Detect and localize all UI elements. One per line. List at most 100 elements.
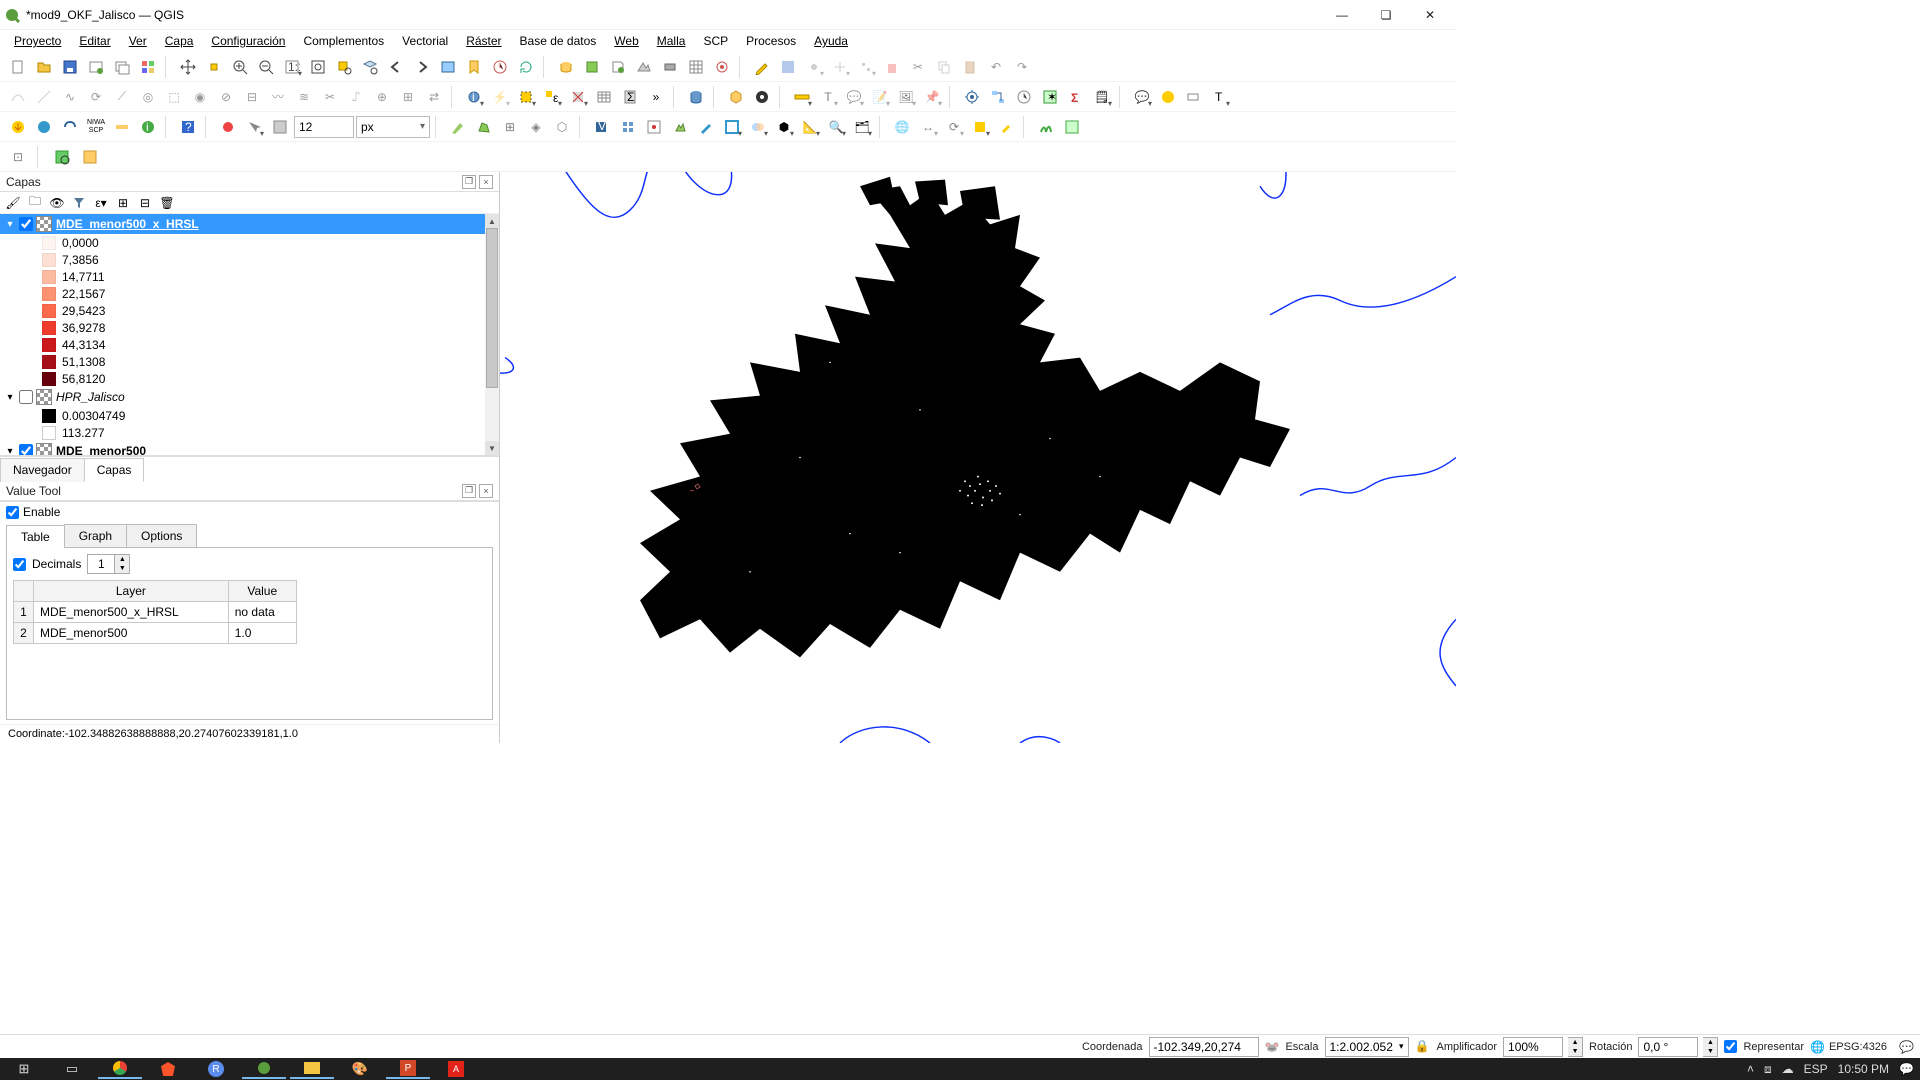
notifications-icon[interactable]: 💬 — [1899, 1062, 1914, 1076]
remove-layer-icon[interactable]: 🗑 — [158, 194, 176, 212]
start-button[interactable]: ⊞ — [2, 1059, 46, 1079]
deselect-button[interactable] — [566, 85, 590, 109]
coord-input[interactable]: -102.349,20,274 — [1149, 1037, 1259, 1057]
crs-button[interactable]: 🌐 — [890, 115, 914, 139]
rotate-button[interactable]: ⟳ — [84, 85, 108, 109]
pan-button[interactable] — [176, 55, 200, 79]
annotation-form-button[interactable]: 💬 — [842, 85, 866, 109]
new-virtual-button[interactable] — [632, 55, 656, 79]
undo-button[interactable]: ↶ — [984, 55, 1008, 79]
zonal-button[interactable] — [1060, 115, 1084, 139]
redo-button[interactable]: ↷ — [1010, 55, 1034, 79]
split-parts-button[interactable]: ⑀ — [344, 85, 368, 109]
menu-vectorial[interactable]: Vectorial — [394, 32, 456, 50]
lock-icon[interactable]: 🔒 — [1415, 1039, 1431, 1055]
field-calc-button[interactable]: Σ — [618, 85, 642, 109]
menu-ver[interactable]: Ver — [121, 32, 155, 50]
add-part-button[interactable]: ⬚ — [162, 85, 186, 109]
menu-editar[interactable]: Editar — [71, 32, 118, 50]
paste-button[interactable] — [958, 55, 982, 79]
add-feature-button[interactable] — [802, 55, 826, 79]
minimize-button[interactable]: — — [1320, 1, 1364, 29]
topology-button[interactable] — [724, 85, 748, 109]
show-map-tips-button[interactable]: 🗒 — [1090, 85, 1114, 109]
vector-tools-button[interactable] — [720, 115, 744, 139]
new-map-view-button[interactable] — [436, 55, 460, 79]
new-print-layout-button[interactable] — [84, 55, 108, 79]
data-tools-button[interactable]: 🗂 — [850, 115, 874, 139]
vertex-tool-button[interactable] — [854, 55, 878, 79]
geometry-tools-button[interactable]: ⬢ — [772, 115, 796, 139]
merge-button[interactable]: ⊕ — [370, 85, 394, 109]
layer-style-icon[interactable]: 🖌 — [4, 194, 22, 212]
expression-filter-icon[interactable]: ε▾ — [92, 194, 110, 212]
scp-tools-button[interactable] — [58, 115, 82, 139]
qgis-button[interactable] — [242, 1059, 286, 1079]
collapse-icon[interactable]: ▾ — [4, 446, 16, 457]
new-bookmark-button[interactable] — [462, 55, 486, 79]
new-project-button[interactable] — [6, 55, 30, 79]
undock-icon[interactable]: ❐ — [462, 175, 476, 189]
merge-attrs-button[interactable]: ⊞ — [396, 85, 420, 109]
powerpoint-button[interactable]: P — [386, 1059, 430, 1079]
zoom-native-button[interactable]: 1:1 — [280, 55, 304, 79]
delete-selected-button[interactable] — [880, 55, 904, 79]
delete-ring-button[interactable]: ⊘ — [214, 85, 238, 109]
edit-paint-button[interactable] — [694, 115, 718, 139]
digitize-button[interactable] — [446, 115, 470, 139]
label-change-button[interactable] — [994, 115, 1018, 139]
layer-visibility-checkbox[interactable] — [19, 444, 33, 456]
layer-visibility-checkbox[interactable] — [19, 390, 33, 404]
cad-button[interactable]: ⊞ — [498, 115, 522, 139]
history-button[interactable] — [1012, 85, 1036, 109]
zoom-layer-button[interactable] — [358, 55, 382, 79]
map-canvas[interactable] — [500, 172, 1456, 743]
enable-snapping-button[interactable]: ⊡ — [6, 145, 30, 169]
annotation-html-button[interactable]: 📝 — [868, 85, 892, 109]
statistical-summary-button[interactable]: Σ — [1064, 85, 1088, 109]
select-button[interactable] — [514, 85, 538, 109]
copy-button[interactable] — [932, 55, 956, 79]
paint-button[interactable]: 🎨 — [338, 1059, 382, 1079]
raster-bright-button[interactable] — [668, 115, 692, 139]
tray-chevron-icon[interactable]: ˄ — [1747, 1062, 1754, 1076]
new-spatialite-button[interactable] — [554, 55, 578, 79]
research-tools-button[interactable]: 🔍 — [824, 115, 848, 139]
refresh-button[interactable] — [514, 55, 538, 79]
menu-web[interactable]: Web — [606, 32, 646, 50]
crs-value[interactable]: EPSG:4326 — [1829, 1041, 1887, 1053]
acrobat-button[interactable]: A — [434, 1059, 478, 1079]
scp-globe-button[interactable] — [32, 115, 56, 139]
attr-table-button[interactable] — [592, 85, 616, 109]
layer-visibility-checkbox[interactable] — [19, 217, 33, 231]
grass-button[interactable] — [1034, 115, 1058, 139]
rotation-input[interactable]: 0,0 ° — [1638, 1037, 1698, 1057]
open-project-button[interactable] — [32, 55, 56, 79]
coord-capture-button[interactable] — [78, 145, 102, 169]
collapse-icon[interactable]: ▾ — [4, 219, 16, 230]
close-panel-icon[interactable]: × — [479, 175, 493, 189]
table-row[interactable]: 2MDE_menor5001.0 — [14, 623, 297, 644]
polygon-button[interactable] — [472, 115, 496, 139]
layers-scrollbar[interactable]: ▲ ▼ — [485, 214, 499, 455]
explorer-button[interactable] — [290, 1059, 334, 1079]
reshape-button[interactable]: 〰 — [266, 85, 290, 109]
menu-proyecto[interactable]: Proyecto — [6, 32, 69, 50]
layout-manager-button[interactable] — [110, 55, 134, 79]
scp-roi-button[interactable] — [216, 115, 240, 139]
layer-item-mde[interactable]: ▾ MDE_menor500 — [0, 441, 499, 456]
topo-edit-button[interactable]: ⬡ — [550, 115, 574, 139]
decimals-spinner[interactable]: ▲▼ — [87, 554, 130, 574]
font-size-input[interactable]: 12 — [294, 116, 354, 138]
close-button[interactable]: ✕ — [1408, 1, 1452, 29]
offset-curve-button[interactable]: ≋ — [292, 85, 316, 109]
annotation-button[interactable]: 📌 — [920, 85, 944, 109]
decimals-checkbox[interactable] — [13, 558, 26, 571]
trim-extend-button[interactable] — [32, 85, 56, 109]
zoom-selection-button[interactable] — [332, 55, 356, 79]
tab-browser[interactable]: Navegador — [0, 458, 85, 482]
reverse-button[interactable]: ⇄ — [422, 85, 446, 109]
raster-calc-button[interactable]: V√ — [590, 115, 614, 139]
save-project-button[interactable] — [58, 55, 82, 79]
zoom-in-button[interactable] — [228, 55, 252, 79]
